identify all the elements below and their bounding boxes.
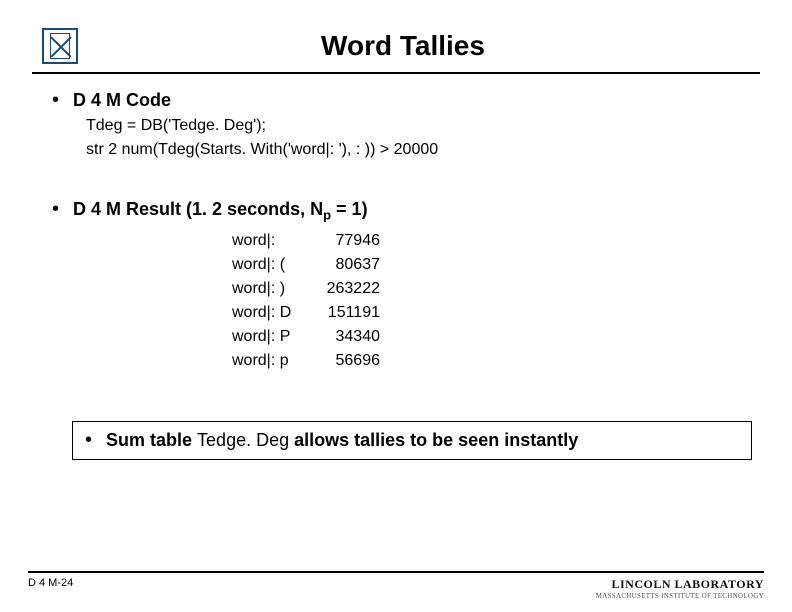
section-result: • D 4 M Result (1. 2 seconds, Np = 1) wo…: [52, 199, 760, 373]
result-key: word|: D: [232, 301, 308, 325]
summary-box: • Sum table Tedge. Deg allows tallies to…: [72, 421, 752, 460]
section-code: • D 4 M Code Tdeg = DB('Tedge. Deg'); st…: [52, 90, 760, 159]
result-key: word|: P: [232, 325, 308, 349]
bullet-icon: •: [85, 430, 92, 450]
summary-text: Sum table Tedge. Deg allows tallies to b…: [106, 430, 578, 451]
table-row: word|: 77946: [232, 229, 760, 253]
result-table: word|: 77946 word|: ( 80637 word|: ) 263…: [232, 229, 760, 373]
result-val: 34340: [308, 325, 380, 349]
result-key: word|: p: [232, 349, 308, 373]
table-row: word|: ( 80637: [232, 253, 760, 277]
result-key: word|: ): [232, 277, 308, 301]
section-heading: D 4 M Code: [73, 90, 171, 111]
result-val: 77946: [308, 229, 380, 253]
section-heading: D 4 M Result (1. 2 seconds, Np = 1): [73, 199, 368, 223]
bullet-row: • D 4 M Result (1. 2 seconds, Np = 1): [52, 199, 760, 223]
footer: D 4 M-24 LINCOLN LABORATORY MASSACHUSETT…: [28, 571, 764, 600]
table-row: word|: ) 263222: [232, 277, 760, 301]
heading-subscript: p: [323, 208, 331, 223]
table-row: word|: p 56696: [232, 349, 760, 373]
body: • D 4 M Code Tdeg = DB('Tedge. Deg'); st…: [32, 90, 760, 460]
heading-prefix: D 4 M Result (1. 2 seconds, N: [73, 199, 323, 219]
lab-subtitle: MASSACHUSETTS INSTITUTE OF TECHNOLOGY: [596, 592, 764, 600]
result-val: 151191: [308, 301, 380, 325]
result-key: word|:: [232, 229, 308, 253]
table-row: word|: D 151191: [232, 301, 760, 325]
header: Word Tallies: [32, 28, 760, 74]
slide: Word Tallies • D 4 M Code Tdeg = DB('Ted…: [0, 0, 792, 612]
bullet-row: • D 4 M Code: [52, 90, 760, 111]
lab-name: LINCOLN LABORATORY: [596, 577, 764, 592]
code-line: Tdeg = DB('Tedge. Deg');: [86, 117, 760, 135]
bullet-icon: •: [52, 90, 59, 110]
result-val: 80637: [308, 253, 380, 277]
lab-block: LINCOLN LABORATORY MASSACHUSETTS INSTITU…: [596, 577, 764, 600]
result-val: 56696: [308, 349, 380, 373]
logo-icon: [42, 28, 78, 64]
code-line: str 2 num(Tdeg(Starts. With('word|: '), …: [86, 141, 760, 159]
bullet-icon: •: [52, 199, 59, 219]
result-key: word|: (: [232, 253, 308, 277]
summary-prefix: Sum table: [106, 430, 197, 450]
result-val: 263222: [308, 277, 380, 301]
table-row: word|: P 34340: [232, 325, 760, 349]
heading-suffix: = 1): [331, 199, 368, 219]
summary-suffix: allows tallies to be seen instantly: [294, 430, 578, 450]
page-number: D 4 M-24: [28, 577, 73, 589]
bullet-row: • Sum table Tedge. Deg allows tallies to…: [85, 430, 739, 451]
slide-title: Word Tallies: [96, 30, 710, 62]
summary-mid: Tedge. Deg: [197, 430, 294, 450]
